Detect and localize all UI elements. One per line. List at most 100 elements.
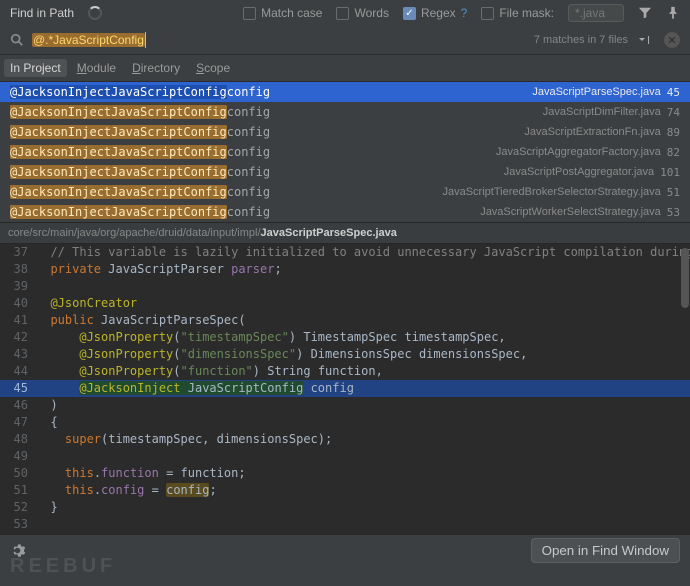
result-file: JavaScriptParseSpec.java	[532, 86, 660, 98]
line-number: 50	[0, 465, 36, 482]
code-line[interactable]: 51 this.config = config;	[0, 482, 690, 499]
code-line[interactable]: 46 )	[0, 397, 690, 414]
code-line[interactable]: 52 }	[0, 499, 690, 516]
line-number: 37	[0, 244, 36, 261]
result-row[interactable]: @JacksonInject JavaScriptConfig configJa…	[0, 102, 690, 122]
code-line[interactable]: 45 @JacksonInject JavaScriptConfig confi…	[0, 380, 690, 397]
code-line[interactable]: 48 super(timestampSpec, dimensionsSpec);	[0, 431, 690, 448]
result-file: JavaScriptWorkerSelectStrategy.java	[480, 206, 661, 218]
filter-icon[interactable]	[638, 6, 652, 20]
code-line[interactable]: 53	[0, 516, 690, 533]
line-number: 54	[0, 533, 36, 534]
line-number: 41	[0, 312, 36, 329]
line-number: 40	[0, 295, 36, 312]
match-highlight: @JacksonInject	[10, 85, 111, 99]
match-trailing: config	[227, 185, 270, 199]
result-row[interactable]: @JacksonInject JavaScriptConfig config Ja…	[0, 182, 690, 202]
result-line: 74	[667, 106, 680, 119]
search-row: @.*JavaScriptConfig 7 matches in 7 files…	[0, 26, 690, 55]
clear-search-icon[interactable]: ✕	[664, 32, 680, 48]
open-in-find-window-button[interactable]: Open in Find Window	[531, 538, 680, 563]
code-text: @JsonCreator	[36, 295, 137, 312]
match-highlight: JavaScriptConfig	[111, 205, 227, 219]
regex-checkbox[interactable]: ✓ Regex ?	[403, 6, 467, 20]
matches-count-label: 7 matches in 7 files	[534, 34, 628, 46]
file-mask-input[interactable]: *.java	[568, 4, 624, 22]
checkbox-checked-icon: ✓	[403, 7, 416, 20]
editor-preview[interactable]: 37 // This variable is lazily initialize…	[0, 244, 690, 534]
line-number: 44	[0, 363, 36, 380]
tab-directory[interactable]: Directory	[132, 61, 180, 75]
match-trailing: config	[227, 145, 270, 159]
code-text: super(timestampSpec, dimensionsSpec);	[36, 431, 332, 448]
code-text: private JavaScriptParser parser;	[36, 261, 282, 278]
line-number: 46	[0, 397, 36, 414]
scrollbar-thumb[interactable]	[681, 248, 689, 308]
code-line[interactable]: 44 @JsonProperty("function") String func…	[0, 363, 690, 380]
result-file: JavaScriptAggregatorFactory.java	[496, 146, 661, 158]
result-row[interactable]: @JacksonInject JavaScriptConfig configJa…	[0, 162, 690, 182]
file-mask-checkbox[interactable]: File mask:	[481, 6, 554, 20]
code-line[interactable]: 39	[0, 278, 690, 295]
code-text: @JsonProperty("timestampSpec") Timestamp…	[36, 329, 506, 346]
code-line[interactable]: 49	[0, 448, 690, 465]
checkbox-icon	[243, 7, 256, 20]
result-line: 82	[667, 146, 680, 159]
code-text: this.config = config;	[36, 482, 217, 499]
code-line[interactable]: 40 @JsonCreator	[0, 295, 690, 312]
result-row[interactable]: @JacksonInject JavaScriptConfig configJa…	[0, 122, 690, 142]
match-highlight: JavaScriptConfig	[111, 125, 227, 139]
result-file: JavaScriptTieredBrokerSelectorStrategy.j…	[442, 186, 660, 198]
code-text: @JsonProperty("function") String functio…	[36, 363, 383, 380]
regex-help-link[interactable]: ?	[461, 6, 468, 20]
result-line: 101	[660, 166, 680, 179]
code-line[interactable]: 54 @JsonProperty("function")	[0, 533, 690, 534]
code-text: }	[36, 499, 58, 516]
code-text: @JacksonInject JavaScriptConfig config	[36, 380, 354, 397]
code-text: {	[36, 414, 58, 431]
match-trailing: config	[227, 105, 270, 119]
regex-label: Regex	[421, 6, 456, 20]
tab-in-project[interactable]: In Project	[4, 59, 67, 77]
result-row[interactable]: @JacksonInject JavaScriptConfig configJa…	[0, 142, 690, 162]
tab-scope[interactable]: Scope	[196, 61, 230, 75]
search-input[interactable]: @.*JavaScriptConfig	[32, 32, 526, 48]
words-checkbox[interactable]: Words	[336, 6, 388, 20]
match-trailing: config	[227, 205, 270, 219]
match-case-checkbox[interactable]: Match case	[243, 6, 322, 20]
match-highlight: JavaScriptConfig	[111, 185, 227, 199]
code-line[interactable]: 47 {	[0, 414, 690, 431]
line-number: 49	[0, 448, 36, 465]
code-line[interactable]: 43 @JsonProperty("dimensionsSpec") Dimen…	[0, 346, 690, 363]
result-file: JavaScriptExtractionFn.java	[524, 126, 660, 138]
code-line[interactable]: 38 private JavaScriptParser parser;	[0, 261, 690, 278]
match-highlight: JavaScriptConfig	[111, 165, 227, 179]
tab-module[interactable]: Module	[77, 61, 116, 75]
result-line: 51	[667, 186, 680, 199]
line-number: 53	[0, 516, 36, 533]
match-highlight: @JacksonInject	[10, 205, 111, 219]
match-trailing: config	[227, 165, 270, 179]
code-line[interactable]: 50 this.function = function;	[0, 465, 690, 482]
pin-icon[interactable]	[666, 6, 680, 20]
result-row[interactable]: @JacksonInject JavaScriptConfig config Ja…	[0, 202, 690, 222]
dialog-header: Find in Path Match case Words ✓ Regex ? …	[0, 0, 690, 26]
code-text: this.function = function;	[36, 465, 246, 482]
code-line[interactable]: 37 // This variable is lazily initialize…	[0, 244, 690, 261]
code-text: @JsonProperty("dimensionsSpec") Dimensio…	[36, 346, 527, 363]
result-row[interactable]: @JacksonInject JavaScriptConfig configJa…	[0, 82, 690, 102]
checkbox-icon	[336, 7, 349, 20]
code-line[interactable]: 41 public JavaScriptParseSpec(	[0, 312, 690, 329]
history-chevron-icon[interactable]	[636, 34, 656, 46]
breadcrumb: core/src/main/java/org/apache/druid/data…	[0, 222, 690, 244]
code-line[interactable]: 42 @JsonProperty("timestampSpec") Timest…	[0, 329, 690, 346]
result-line: 45	[667, 86, 680, 99]
line-number: 51	[0, 482, 36, 499]
file-mask-label: File mask:	[499, 6, 554, 20]
watermark: REEBUF	[10, 555, 116, 578]
result-file: JavaScriptPostAggregator.java	[504, 166, 654, 178]
match-highlight: JavaScriptConfig	[111, 105, 227, 119]
match-highlight: @JacksonInject	[10, 185, 111, 199]
match-case-label: Match case	[261, 6, 322, 20]
loading-spinner-icon	[88, 6, 102, 20]
